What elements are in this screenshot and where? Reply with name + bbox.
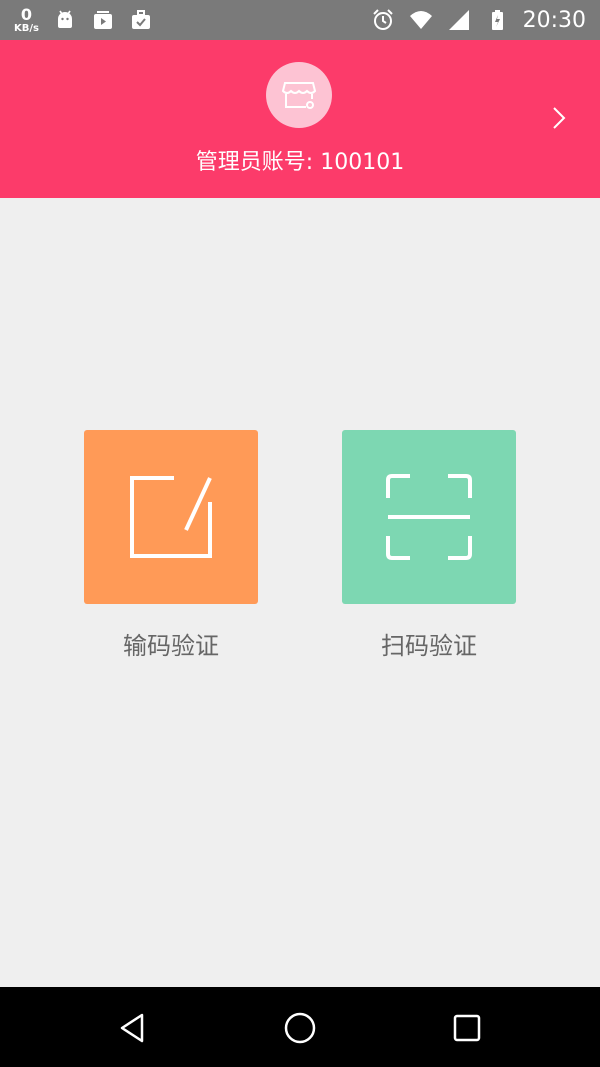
input-code-verify[interactable]: 输码验证 [84,430,258,661]
status-left: 0 KB/s [14,4,153,34]
store-settings-icon [281,82,317,109]
clock: 20:30 [522,7,586,33]
input-code-tile[interactable] [84,430,258,604]
signal-icon [448,10,469,30]
nav-bar [0,987,600,1067]
network-speed-value: 0 [20,4,33,24]
briefcase-check-icon [131,10,150,29]
back-icon[interactable] [116,1011,150,1045]
play-icon [93,11,112,29]
alarm-icon [372,9,393,30]
header: 管理员账号: 100101 [0,40,600,198]
avatar[interactable] [266,62,332,128]
android-icon [57,10,72,28]
chevron-right-icon[interactable] [548,106,570,130]
scan-code-tile[interactable] [342,430,516,604]
status-bar: 0 KB/s 20:30 [0,0,600,40]
scan-icon [386,474,472,560]
status-right: 20:30 [371,8,586,33]
network-speed-unit: KB/s [14,22,39,34]
home-icon[interactable] [283,1011,317,1045]
input-code-label: 输码验证 [123,632,219,660]
battery-icon [491,10,503,30]
admin-account: 管理员账号: 100101 [195,150,405,175]
recents-icon[interactable] [450,1011,484,1045]
edit-icon [130,476,212,558]
wifi-icon [409,11,432,29]
scan-code-verify[interactable]: 扫码验证 [342,430,516,661]
network-speed: 0 KB/s [14,4,39,34]
scan-code-label: 扫码验证 [381,632,477,660]
